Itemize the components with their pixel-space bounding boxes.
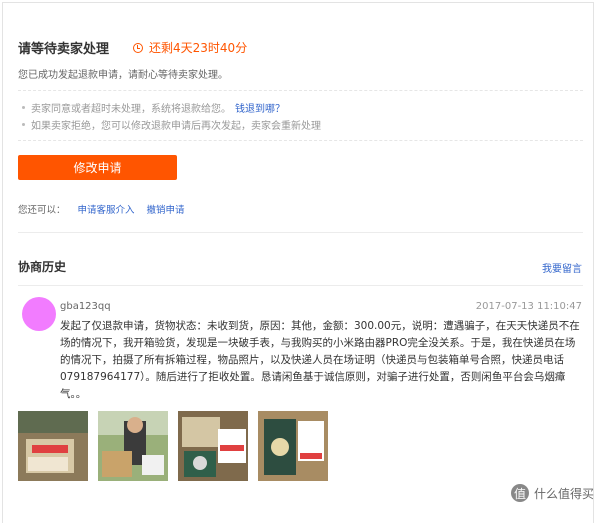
status-subtitle: 您已成功发起退款申请，请耐心等待卖家处理。 [18, 70, 228, 81]
section-divider [18, 285, 583, 286]
tip-text: 如果卖家拒绝，您可以修改退款申请后再次发起，卖家会重新处理 [31, 121, 321, 132]
bullet-icon [22, 106, 25, 109]
leave-message-link[interactable]: 我要留言 [542, 260, 582, 275]
cancel-request-link[interactable]: 撤销申请 [147, 202, 185, 216]
clock-icon [133, 42, 144, 53]
photo-image [18, 411, 88, 481]
header: 请等待卖家处理 还剩4天23时40分 [18, 38, 247, 57]
avatar [22, 297, 56, 331]
watermark: 值 什么值得买 [510, 484, 594, 502]
watermark-logo-icon: 值 [510, 484, 529, 502]
history-message: 发起了仅退款申请，货物状态：未收到货，原因：其他，金额：300.00元，说明：遭… [60, 320, 580, 400]
section-divider [18, 232, 583, 233]
modify-request-button[interactable]: 修改申请 [18, 155, 177, 180]
where-money-link[interactable]: 钱退到哪？ [235, 100, 285, 115]
photo-thumbnail[interactable] [98, 411, 168, 481]
photo-thumbnail[interactable] [178, 411, 248, 481]
timestamp: 2017-07-13 11:10:47 [475, 301, 582, 312]
other-actions-label: 您还可以： [18, 205, 66, 216]
divider [18, 140, 583, 141]
photo-image [258, 411, 328, 481]
photo-thumbnail[interactable] [18, 411, 88, 481]
photo-image [98, 411, 168, 481]
username: gba123qq [60, 301, 111, 312]
photo-thumbnail[interactable] [258, 411, 328, 481]
countdown-text: 还剩4天23时40分 [149, 41, 248, 55]
tip-item: 卖家同意或者超时未处理，系统将退款给您。 钱退到哪？ [22, 100, 285, 115]
divider [18, 90, 583, 91]
other-actions: 您还可以： 申请客服介入 撤销申请 [18, 202, 185, 216]
history-title: 协商历史 [18, 260, 67, 274]
tip-text: 卖家同意或者超时未处理，系统将退款给您。 [31, 104, 231, 115]
photo-image [178, 411, 248, 481]
watermark-text: 什么值得买 [533, 486, 594, 501]
request-support-link[interactable]: 申请客服介入 [78, 202, 135, 216]
tip-item: 如果卖家拒绝，您可以修改退款申请后再次发起，卖家会重新处理 [22, 117, 321, 132]
page-title: 请等待卖家处理 [18, 42, 110, 57]
countdown: 还剩4天23时40分 [133, 39, 247, 56]
bullet-icon [22, 123, 25, 126]
